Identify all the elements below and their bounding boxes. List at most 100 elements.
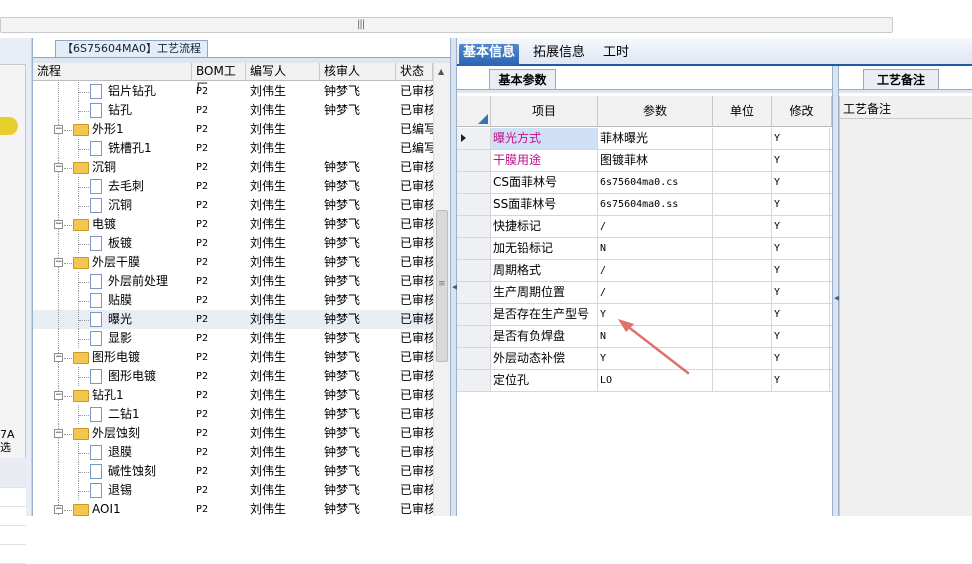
tree-node[interactable]: − 外形1	[33, 120, 192, 139]
tree-row[interactable]: 铣槽孔1 P2 刘伟生 已编写	[33, 139, 433, 158]
notes-splitter[interactable]: ◀	[832, 66, 839, 516]
row-header[interactable]	[457, 348, 491, 369]
tree-row[interactable]: 贴膜 P2 刘伟生 钟梦飞 已审核	[33, 291, 433, 310]
param-unit[interactable]	[713, 260, 772, 281]
param-unit[interactable]	[713, 326, 772, 347]
tree-row[interactable]: 外层前处理 P2 刘伟生 钟梦飞 已审核	[33, 272, 433, 291]
param-value[interactable]: /	[598, 216, 713, 237]
tree-row[interactable]: − 外形1 P2 刘伟生 已编写	[33, 120, 433, 139]
param-row[interactable]: CS面菲林号 6s75604ma0.cs Y	[457, 172, 832, 194]
param-unit[interactable]	[713, 216, 772, 237]
tree-row[interactable]: − 外层干膜 P2 刘伟生 钟梦飞 已审核	[33, 253, 433, 272]
row-header[interactable]	[457, 172, 491, 193]
tree-node[interactable]: 退膜	[33, 443, 192, 462]
collapse-icon[interactable]: −	[54, 505, 63, 514]
tab-process-notes[interactable]: 工艺备注	[863, 69, 939, 90]
param-unit[interactable]	[713, 194, 772, 215]
tree-row[interactable]: 显影 P2 刘伟生 钟梦飞 已审核	[33, 329, 433, 348]
param-row[interactable]: 干膜用途 图镀菲林 Y	[457, 150, 832, 172]
tab-basic-info[interactable]: 基本信息	[459, 44, 520, 66]
tab-work-hours[interactable]: 工时	[599, 44, 633, 66]
row-header[interactable]	[457, 282, 491, 303]
param-unit[interactable]	[713, 150, 772, 171]
collapse-icon[interactable]: −	[54, 391, 63, 400]
param-unit[interactable]	[713, 304, 772, 325]
tree-row[interactable]: 图形电镀 P2 刘伟生 钟梦飞 已审核	[33, 367, 433, 386]
param-unit[interactable]	[713, 348, 772, 369]
tree-node[interactable]: − AOI1	[33, 500, 192, 516]
tree-row[interactable]: − 沉铜 P2 刘伟生 钟梦飞 已审核	[33, 158, 433, 177]
tree-row[interactable]: 沉铜 P2 刘伟生 钟梦飞 已审核	[33, 196, 433, 215]
param-value[interactable]: 菲林曝光	[598, 128, 713, 149]
tree-node[interactable]: 二钻1	[33, 405, 192, 424]
col-unit[interactable]: 单位	[713, 96, 772, 126]
tree-row[interactable]: 铝片钻孔 P2 刘伟生 钟梦飞 已审核	[33, 82, 433, 101]
tree-node[interactable]: 去毛刺	[33, 177, 192, 196]
param-value[interactable]: N	[598, 238, 713, 259]
tab-basic-params[interactable]: 基本参数	[489, 69, 556, 90]
tree-row[interactable]: 碱性蚀刻 P2 刘伟生 钟梦飞 已审核	[33, 462, 433, 481]
row-header[interactable]	[457, 260, 491, 281]
scroll-up-icon[interactable]: ▲	[438, 67, 444, 76]
tree-vertical-scrollbar[interactable]: ▲ ≡	[433, 63, 450, 516]
tree-col-1[interactable]: BOM工厂	[192, 63, 246, 95]
tree-node[interactable]: 退锡	[33, 481, 192, 500]
param-value[interactable]: /	[598, 260, 713, 281]
tree-row[interactable]: 板镀 P2 刘伟生 钟梦飞 已审核	[33, 234, 433, 253]
tree-col-4[interactable]: 状态	[396, 63, 433, 80]
row-header[interactable]	[457, 216, 491, 237]
row-header[interactable]	[457, 304, 491, 325]
collapse-icon[interactable]: −	[54, 429, 63, 438]
tree-col-0[interactable]: 流程	[33, 63, 192, 80]
tab-extended-info[interactable]: 拓展信息	[529, 44, 589, 66]
param-unit[interactable]	[713, 238, 772, 259]
param-value[interactable]: 图镀菲林	[598, 150, 713, 171]
param-row[interactable]: 生产周期位置 / Y	[457, 282, 832, 304]
tree-node[interactable]: 沉铜	[33, 196, 192, 215]
tree-row[interactable]: 钻孔 P2 刘伟生 钟梦飞 已审核	[33, 101, 433, 120]
tree-col-2[interactable]: 编写人	[246, 63, 320, 80]
panel-splitter[interactable]: ◀	[450, 38, 457, 516]
row-header[interactable]	[457, 238, 491, 259]
tree-col-3[interactable]: 核审人	[320, 63, 396, 80]
tree-row[interactable]: − AOI1 P2 刘伟生 钟梦飞 已审核	[33, 500, 433, 516]
param-unit[interactable]	[713, 128, 772, 149]
process-notes-area[interactable]: 工艺备注	[839, 96, 972, 516]
tree-node[interactable]: 曝光	[33, 310, 192, 329]
tree-node[interactable]: 图形电镀	[33, 367, 192, 386]
tree-node[interactable]: 板镀	[33, 234, 192, 253]
tree-node[interactable]: − 外层干膜	[33, 253, 192, 272]
col-item[interactable]: 项目	[491, 96, 598, 126]
param-row[interactable]: 曝光方式 菲林曝光 Y	[457, 128, 832, 150]
tree-row[interactable]: 退膜 P2 刘伟生 钟梦飞 已审核	[33, 443, 433, 462]
tree-node[interactable]: − 图形电镀	[33, 348, 192, 367]
param-unit[interactable]	[713, 282, 772, 303]
tree-node[interactable]: 碱性蚀刻	[33, 462, 192, 481]
tree-node[interactable]: 显影	[33, 329, 192, 348]
horizontal-scrollbar[interactable]: |||	[0, 17, 893, 33]
tree-node[interactable]: − 外层蚀刻	[33, 424, 192, 443]
tree-row[interactable]: − 图形电镀 P2 刘伟生 钟梦飞 已审核	[33, 348, 433, 367]
tree-node[interactable]: − 沉铜	[33, 158, 192, 177]
tree-node[interactable]: − 钻孔1	[33, 386, 192, 405]
param-row[interactable]: SS面菲林号 6s75604ma0.ss Y	[457, 194, 832, 216]
row-header[interactable]	[457, 150, 491, 171]
param-unit[interactable]	[713, 370, 772, 391]
tree-node[interactable]: 外层前处理	[33, 272, 192, 291]
tree-node[interactable]: 钻孔	[33, 101, 192, 120]
collapse-icon[interactable]: −	[54, 258, 63, 267]
row-header[interactable]	[457, 194, 491, 215]
tree-row[interactable]: − 外层蚀刻 P2 刘伟生 钟梦飞 已审核	[33, 424, 433, 443]
tree-row[interactable]: 退锡 P2 刘伟生 钟梦飞 已审核	[33, 481, 433, 500]
collapse-icon[interactable]: −	[54, 163, 63, 172]
tree-node[interactable]: 铝片钻孔	[33, 82, 192, 101]
collapse-icon[interactable]: −	[54, 125, 63, 134]
tree-row[interactable]: 二钻1 P2 刘伟生 钟梦飞 已审核	[33, 405, 433, 424]
tree-row[interactable]: 去毛刺 P2 刘伟生 钟梦飞 已审核	[33, 177, 433, 196]
row-header[interactable]	[457, 326, 491, 347]
param-value[interactable]: 6s75604ma0.ss	[598, 194, 713, 215]
tree-row[interactable]: 曝光 P2 刘伟生 钟梦飞 已审核	[33, 310, 433, 329]
tree-row[interactable]: − 电镀 P2 刘伟生 钟梦飞 已审核	[33, 215, 433, 234]
param-value[interactable]: 6s75604ma0.cs	[598, 172, 713, 193]
col-value[interactable]: 参数	[598, 96, 713, 126]
